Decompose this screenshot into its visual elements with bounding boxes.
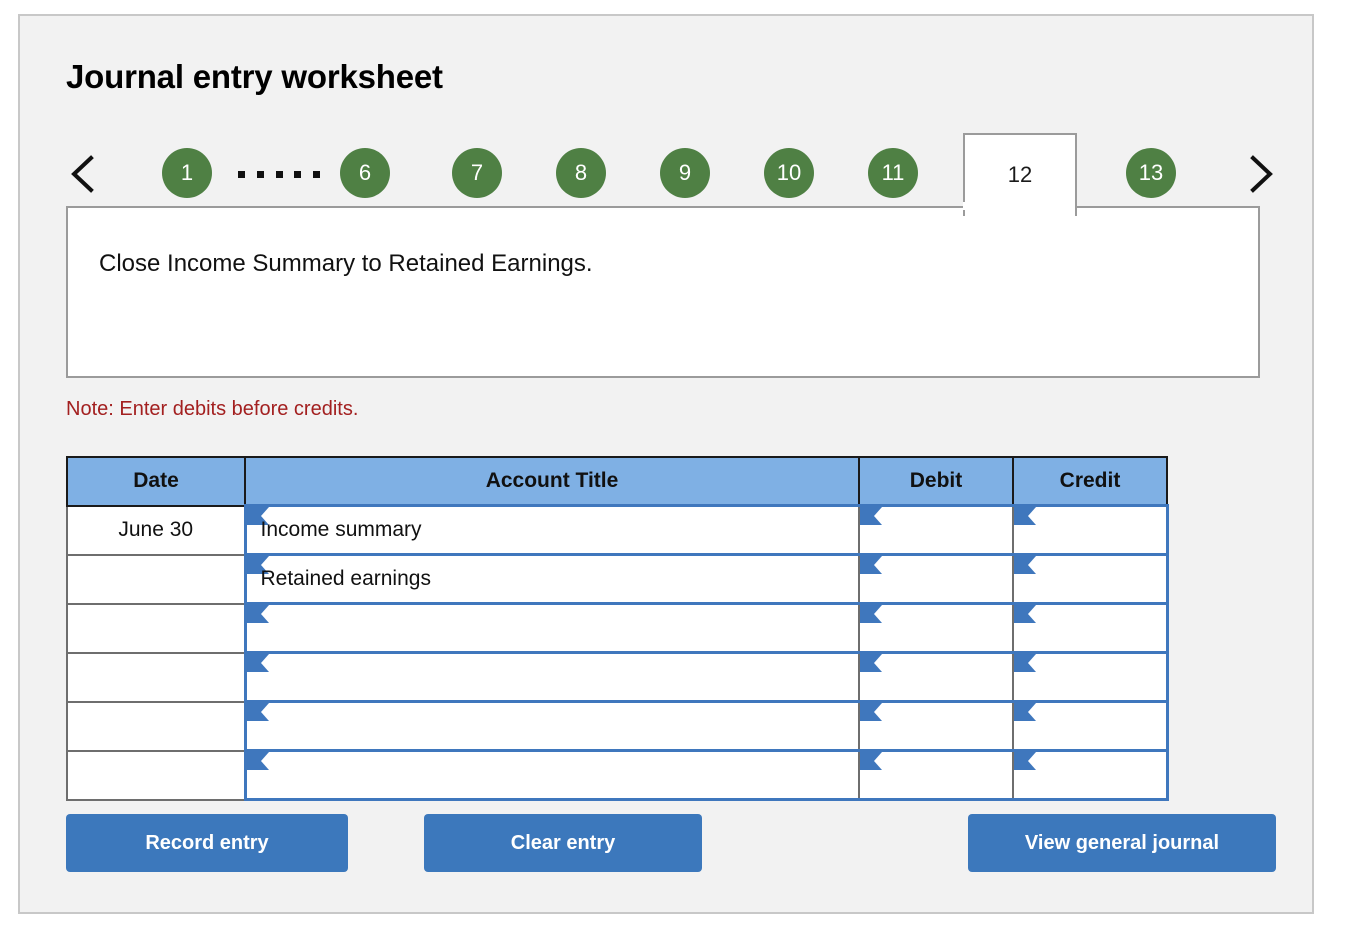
clear-entry-button[interactable]: Clear entry	[424, 814, 702, 872]
account-title-input[interactable]	[243, 651, 860, 703]
pagination-item-7[interactable]: 7	[452, 148, 502, 198]
scenario-text: Close Income Summary to Retained Earning…	[99, 250, 593, 277]
view-general-journal-button[interactable]: View general journal	[968, 814, 1276, 872]
table-row	[66, 749, 1169, 801]
debit-input[interactable]	[858, 553, 1014, 605]
debit-input[interactable]	[858, 700, 1014, 752]
pagination-item-11[interactable]: 11	[868, 148, 918, 198]
dropdown-arrow-icon	[1014, 556, 1036, 574]
column-header-credit: Credit	[1012, 456, 1168, 507]
chevron-right-icon[interactable]	[1244, 152, 1278, 196]
account-title-value: Income summary	[260, 518, 422, 541]
date-cell[interactable]	[66, 603, 246, 654]
pagination-item-13[interactable]: 13	[1126, 148, 1176, 198]
page-title: Journal entry worksheet	[66, 58, 443, 95]
chevron-left-icon[interactable]	[66, 152, 100, 196]
pagination-item-6[interactable]: 6	[340, 148, 390, 198]
account-title-input[interactable]	[243, 700, 860, 752]
debit-input[interactable]	[858, 504, 1014, 556]
credit-input[interactable]	[1012, 504, 1169, 556]
dropdown-arrow-icon	[860, 556, 882, 574]
dropdown-arrow-icon	[860, 703, 882, 721]
debit-input[interactable]	[858, 651, 1014, 703]
account-title-input[interactable]	[243, 602, 860, 654]
pagination-item-10[interactable]: 10	[764, 148, 814, 198]
dropdown-arrow-icon	[860, 654, 882, 672]
date-cell[interactable]	[66, 701, 246, 752]
dropdown-arrow-icon	[1014, 654, 1036, 672]
column-header-account: Account Title	[244, 456, 860, 507]
column-header-date: Date	[66, 456, 246, 507]
credit-input[interactable]	[1012, 749, 1169, 801]
account-title-value: Retained earnings	[260, 567, 431, 590]
dropdown-arrow-icon	[1014, 605, 1036, 623]
dropdown-arrow-icon	[1014, 703, 1036, 721]
dropdown-arrow-icon	[1014, 752, 1036, 770]
account-title-input[interactable]: Retained earnings	[243, 553, 860, 605]
date-cell[interactable]	[66, 652, 246, 703]
record-entry-button[interactable]: Record entry	[66, 814, 348, 872]
date-cell[interactable]	[66, 750, 246, 801]
credit-input[interactable]	[1012, 651, 1169, 703]
dropdown-arrow-icon	[860, 605, 882, 623]
credit-input[interactable]	[1012, 553, 1169, 605]
column-header-debit: Debit	[858, 456, 1014, 507]
table-row	[66, 602, 1169, 654]
credit-input[interactable]	[1012, 700, 1169, 752]
pagination-item-8[interactable]: 8	[556, 148, 606, 198]
dropdown-arrow-icon	[246, 654, 269, 672]
dropdown-arrow-icon	[860, 752, 882, 770]
table-header-row: Date Account Title Debit Credit	[66, 456, 1168, 507]
pagination-item-1[interactable]: 1	[162, 148, 212, 198]
note-text: Note: Enter debits before credits.	[66, 398, 359, 420]
table-row: June 30 Income summary	[66, 504, 1169, 556]
dropdown-arrow-icon	[860, 507, 882, 525]
table-row	[66, 700, 1169, 752]
dropdown-arrow-icon	[1014, 507, 1036, 525]
pagination-ellipsis	[238, 164, 320, 184]
dropdown-arrow-icon	[246, 605, 269, 623]
debit-input[interactable]	[858, 602, 1014, 654]
table-row: Retained earnings	[66, 553, 1169, 605]
account-title-input[interactable]	[243, 749, 860, 801]
scenario-panel: Close Income Summary to Retained Earning…	[66, 206, 1260, 378]
date-cell[interactable]	[66, 554, 246, 605]
dropdown-arrow-icon	[246, 752, 269, 770]
journal-entry-table: Date Account Title Debit Credit June 30 …	[66, 456, 1169, 801]
pagination-item-9[interactable]: 9	[660, 148, 710, 198]
date-cell[interactable]: June 30	[66, 504, 246, 556]
account-title-input[interactable]: Income summary	[243, 504, 860, 556]
active-tab-merge	[963, 202, 1073, 210]
debit-input[interactable]	[858, 749, 1014, 801]
dropdown-arrow-icon	[246, 703, 269, 721]
worksheet-card: Journal entry worksheet 1 6 7 8 9 10 11 …	[18, 14, 1314, 914]
credit-input[interactable]	[1012, 602, 1169, 654]
table-row	[66, 651, 1169, 703]
